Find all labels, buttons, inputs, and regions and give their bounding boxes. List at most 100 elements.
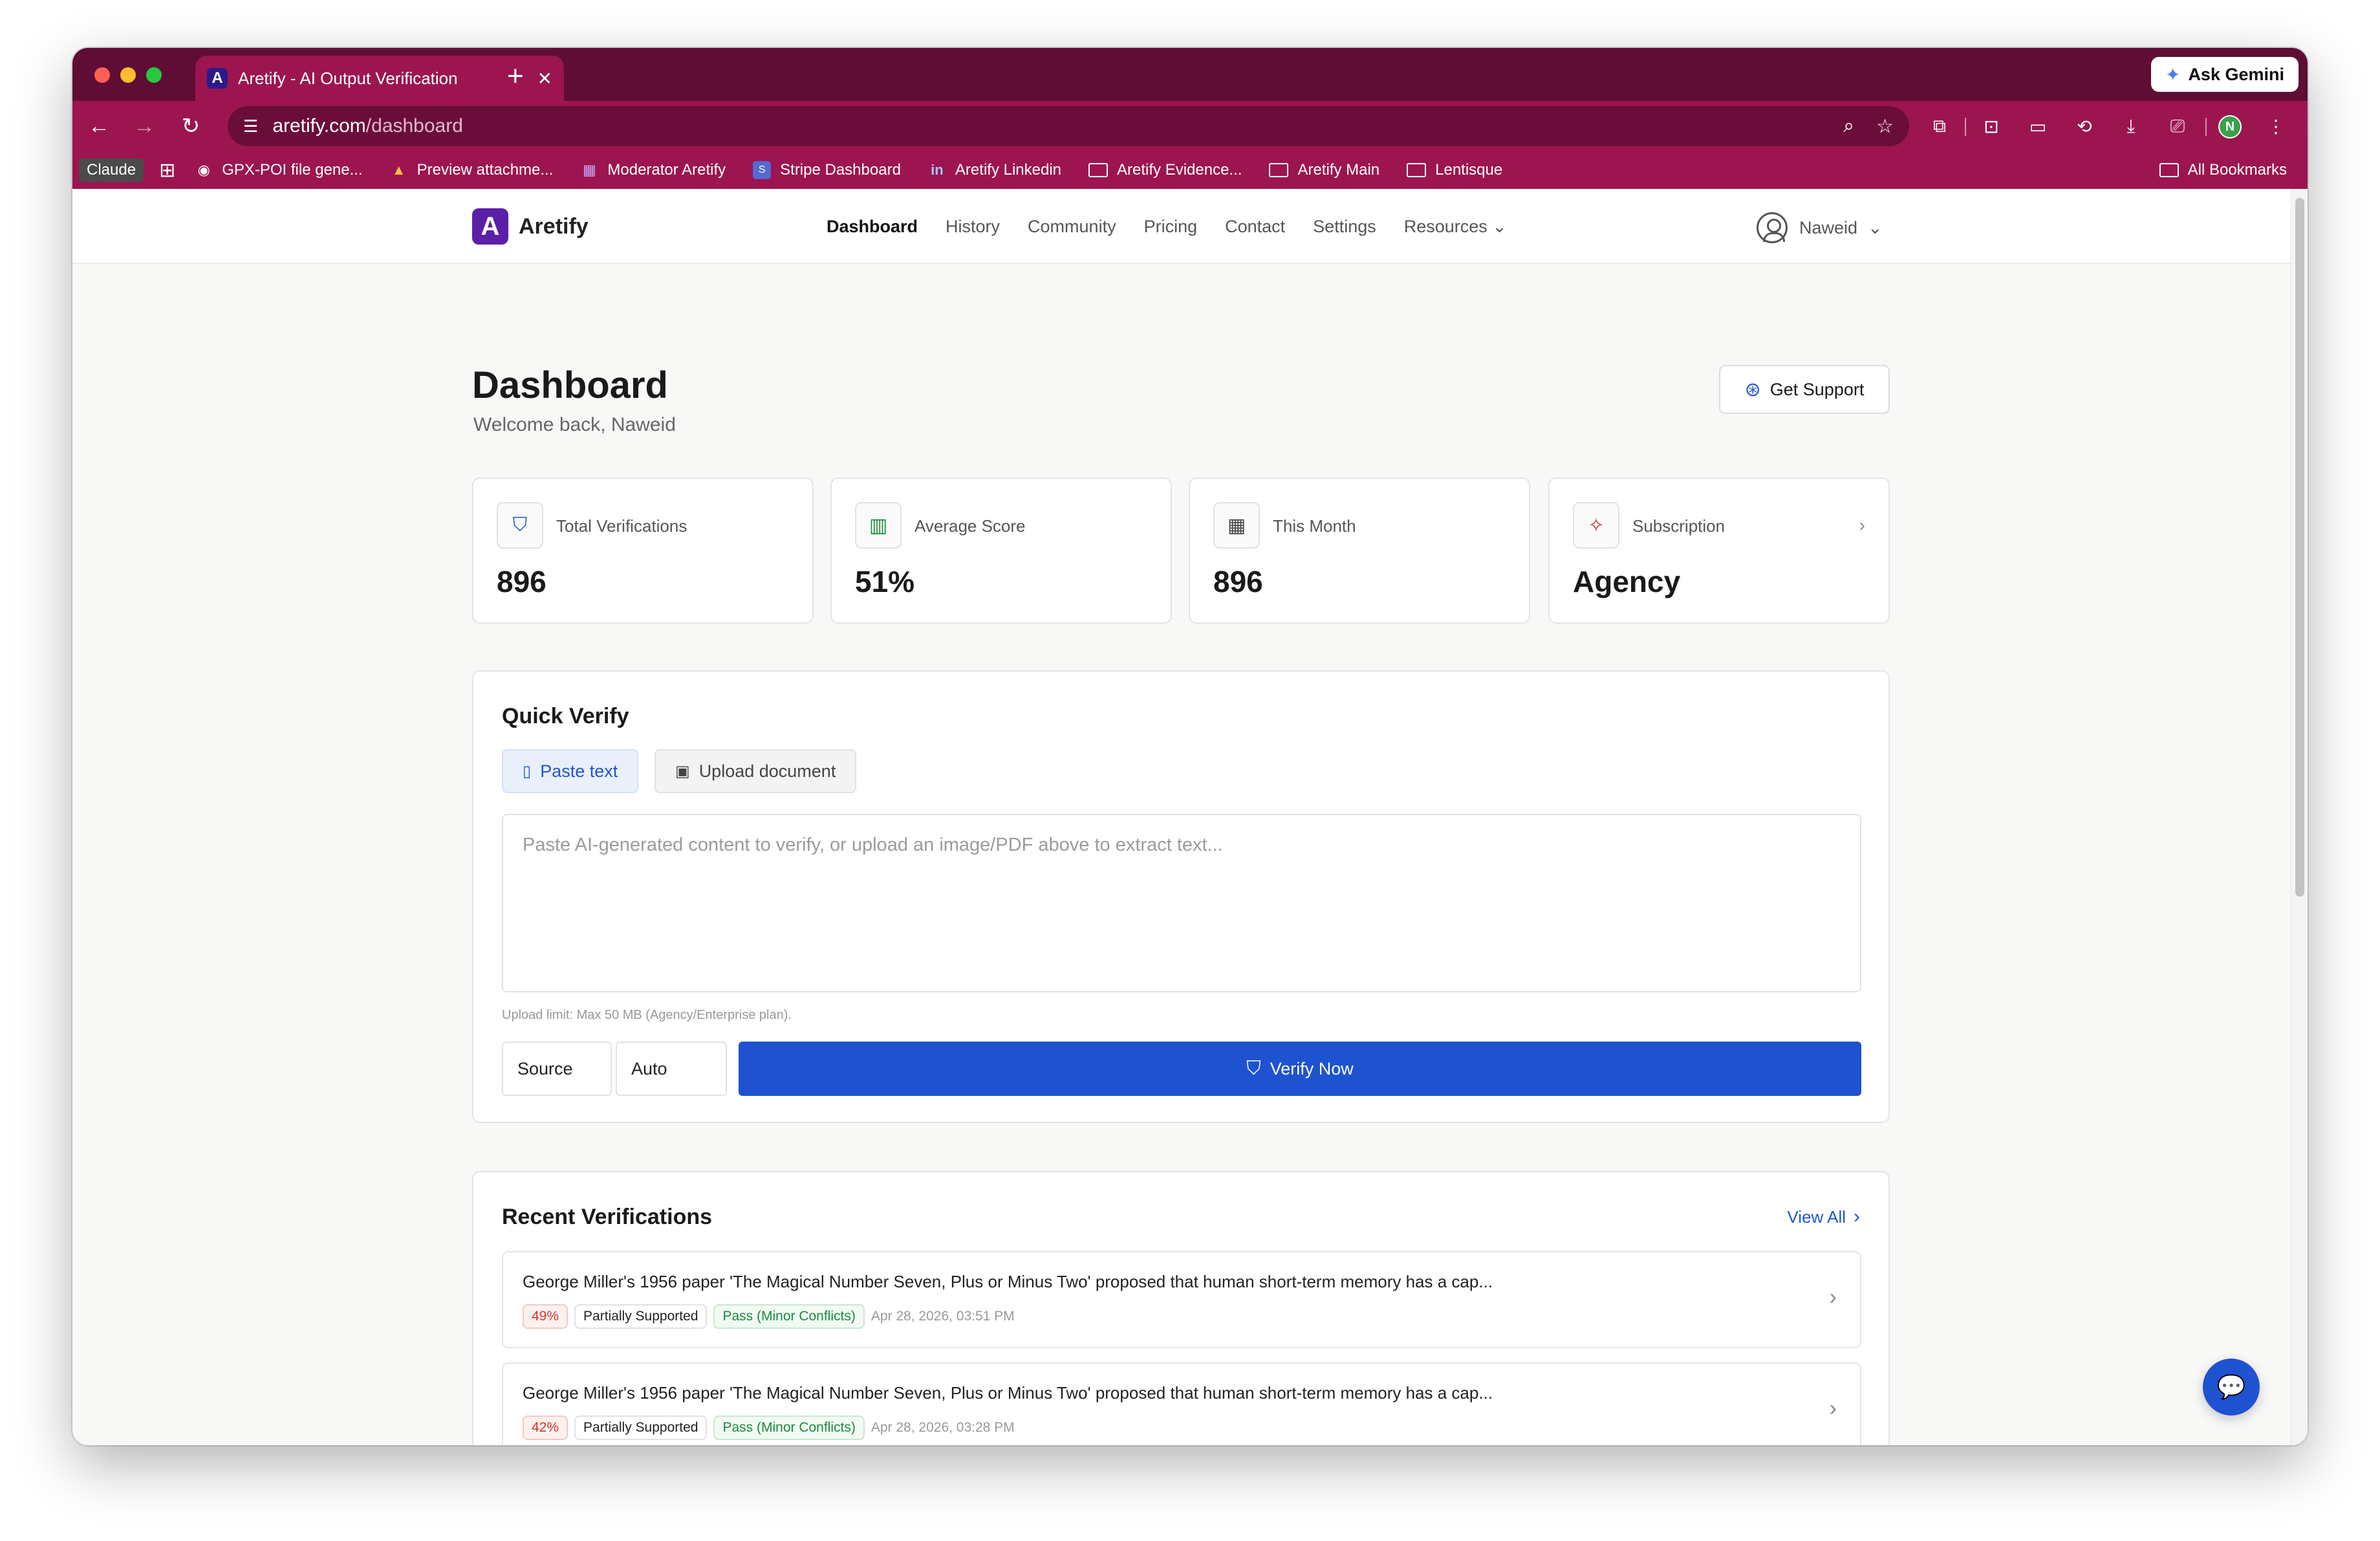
search-tab-icon[interactable]: ⊡ xyxy=(1975,110,2007,142)
extensions-icon[interactable]: ⧉ xyxy=(1923,110,1956,142)
bookmark-stripe[interactable]: S Stripe Dashboard xyxy=(753,161,901,179)
content-textarea[interactable]: Paste AI-generated content to verify, or… xyxy=(502,814,1861,992)
nav-history[interactable]: History xyxy=(946,217,1000,237)
bookmark-label: Aretify Main xyxy=(1297,161,1380,179)
bar-chart-icon: ▥ xyxy=(855,502,902,549)
tab-strip: A Aretify - AI Output Verification ✕ + ✦… xyxy=(72,48,2308,101)
site-info-icon[interactable]: ☰ xyxy=(243,116,258,137)
all-bookmarks-label: All Bookmarks xyxy=(2187,161,2287,179)
folder-icon xyxy=(2159,163,2179,177)
bookmark-label: Preview attachme... xyxy=(416,161,554,179)
chevron-right-icon: › xyxy=(1829,1285,1837,1309)
profile-avatar[interactable]: N xyxy=(2218,115,2242,138)
tab-upload-document[interactable]: ▣ Upload document xyxy=(654,749,857,793)
nav-resources[interactable]: Resources ⌄ xyxy=(1404,217,1507,237)
result-badge: Pass (Minor Conflicts) xyxy=(713,1415,865,1440)
bookmark-moderator[interactable]: ▦ Moderator Aretify xyxy=(580,161,726,179)
verification-row[interactable]: George Miller's 1956 paper 'The Magical … xyxy=(502,1251,1861,1348)
chat-support-button[interactable]: 💬 xyxy=(2203,1359,2260,1415)
stat-value: 896 xyxy=(1213,565,1263,598)
nav-settings[interactable]: Settings xyxy=(1313,217,1376,237)
recent-verifications-card: Recent Verifications View All › George M… xyxy=(472,1171,1890,1445)
stat-card-subscription[interactable]: ✧ Subscription Agency › xyxy=(1548,477,1890,624)
bookmark-lentisque[interactable]: Lentisque xyxy=(1407,161,1502,179)
bookmark-evidence[interactable]: Aretify Evidence... xyxy=(1088,161,1242,179)
gemini-sparkle-icon: ✦ xyxy=(2165,64,2181,85)
tab-title: Aretify - AI Output Verification xyxy=(238,68,458,88)
url-path: /dashboard xyxy=(365,115,463,137)
close-window-button[interactable] xyxy=(94,67,110,83)
user-menu[interactable]: Naweid ⌄ xyxy=(1757,212,1883,243)
calendar-icon: ▦ xyxy=(1213,502,1260,549)
folder-icon xyxy=(1407,163,1427,177)
aretify-logo-icon: A xyxy=(472,208,508,245)
url-text[interactable]: aretify.com/dashboard xyxy=(272,115,1821,137)
bookmark-star-icon[interactable]: ☆ xyxy=(1876,115,1894,138)
source-label-field: Source xyxy=(502,1042,612,1096)
scrollbar-thumb[interactable] xyxy=(2295,198,2304,897)
stat-value: Agency xyxy=(1573,565,1681,598)
verification-meta: 42% Partially Supported Pass (Minor Conf… xyxy=(523,1415,1015,1440)
drive-icon: ▲ xyxy=(391,162,406,178)
view-all-link[interactable]: View All › xyxy=(1787,1206,1860,1228)
zoom-icon[interactable]: ⌕ xyxy=(1843,115,1854,137)
page-scrollbar[interactable] xyxy=(2291,189,2308,1445)
chevron-right-icon: › xyxy=(1854,1206,1860,1227)
back-arrow-icon[interactable]: ← xyxy=(83,110,115,142)
score-badge: 42% xyxy=(523,1415,568,1440)
source-select[interactable]: Auto xyxy=(616,1042,727,1096)
cast-icon[interactable]: ⎚ xyxy=(2161,110,2194,142)
bookmark-claude[interactable]: Claude xyxy=(79,158,144,182)
stat-card-average-score: ▥ Average Score 51% xyxy=(830,477,1172,624)
verify-now-button[interactable]: ⛉ Verify Now xyxy=(739,1042,1861,1096)
nav-contact[interactable]: Contact xyxy=(1225,217,1285,237)
chat-bubble-icon: 💬 xyxy=(2216,1373,2246,1400)
lifebuoy-icon: ⊛ xyxy=(1744,378,1761,400)
nav-community[interactable]: Community xyxy=(1028,217,1116,237)
bookmark-label: Claude xyxy=(87,161,136,179)
stat-value: 896 xyxy=(497,565,546,598)
history-icon[interactable]: ⟲ xyxy=(2068,110,2101,142)
more-menu-icon[interactable]: ⋮ xyxy=(2260,110,2292,142)
download-icon[interactable]: ⤓ xyxy=(2115,110,2147,142)
verification-date: Apr 28, 2026, 03:28 PM xyxy=(871,1420,1015,1435)
bookmark-aretify-main[interactable]: Aretify Main xyxy=(1269,161,1379,179)
shield-check-icon: ⛉ xyxy=(1246,1058,1261,1079)
tab-paste-text[interactable]: ▯ Paste text xyxy=(502,749,639,793)
url-host: aretify.com xyxy=(272,115,366,137)
nav-dashboard[interactable]: Dashboard xyxy=(827,217,918,237)
ask-gemini-button[interactable]: ✦ Ask Gemini xyxy=(2150,57,2299,92)
address-bar[interactable]: ☰ aretify.com/dashboard ⌕ ☆ xyxy=(228,106,1909,146)
payment-card-icon[interactable]: ▭ xyxy=(2022,110,2054,142)
nav-pricing[interactable]: Pricing xyxy=(1144,217,1198,237)
bookmark-label: GPX-POI file gene... xyxy=(222,161,363,179)
user-name: Naweid xyxy=(1799,217,1858,237)
close-tab-icon[interactable]: ✕ xyxy=(537,68,552,89)
apps-grid-icon[interactable]: ⊞ xyxy=(159,159,175,182)
brand-name: Aretify xyxy=(519,213,589,239)
get-support-button[interactable]: ⊛ Get Support xyxy=(1719,365,1890,414)
verification-meta: 49% Partially Supported Pass (Minor Conf… xyxy=(523,1304,1015,1329)
folder-icon xyxy=(1088,163,1109,177)
new-tab-button[interactable]: + xyxy=(507,58,524,94)
document-icon: ▯ xyxy=(523,762,532,780)
bookmark-gpx[interactable]: ◉ GPX-POI file gene... xyxy=(195,161,363,179)
all-bookmarks[interactable]: All Bookmarks xyxy=(2159,161,2287,179)
verification-row[interactable]: George Miller's 1956 paper 'The Magical … xyxy=(502,1362,1861,1445)
verification-date: Apr 28, 2026, 03:51 PM xyxy=(871,1309,1015,1324)
status-badge: Partially Supported xyxy=(574,1304,708,1329)
bookmark-linkedin[interactable]: in Aretify Linkedin xyxy=(928,161,1061,179)
chevron-right-icon: › xyxy=(1829,1396,1837,1421)
maximize-window-button[interactable] xyxy=(146,67,162,83)
verification-text: George Miller's 1956 paper 'The Magical … xyxy=(523,1272,1493,1291)
forward-arrow-icon[interactable]: → xyxy=(128,110,160,142)
stripe-icon: S xyxy=(753,161,772,179)
brand[interactable]: A Aretify xyxy=(472,208,589,245)
reload-icon[interactable]: ↻ xyxy=(175,110,207,142)
bookmark-preview[interactable]: ▲ Preview attachme... xyxy=(390,161,554,179)
globe-icon: ◉ xyxy=(197,162,210,178)
minimize-window-button[interactable] xyxy=(120,67,136,83)
chevron-down-icon: ⌄ xyxy=(1868,217,1883,237)
quick-verify-title: Quick Verify xyxy=(502,704,629,728)
quick-verify-card: Quick Verify ▯ Paste text ▣ Upload docum… xyxy=(472,670,1890,1123)
